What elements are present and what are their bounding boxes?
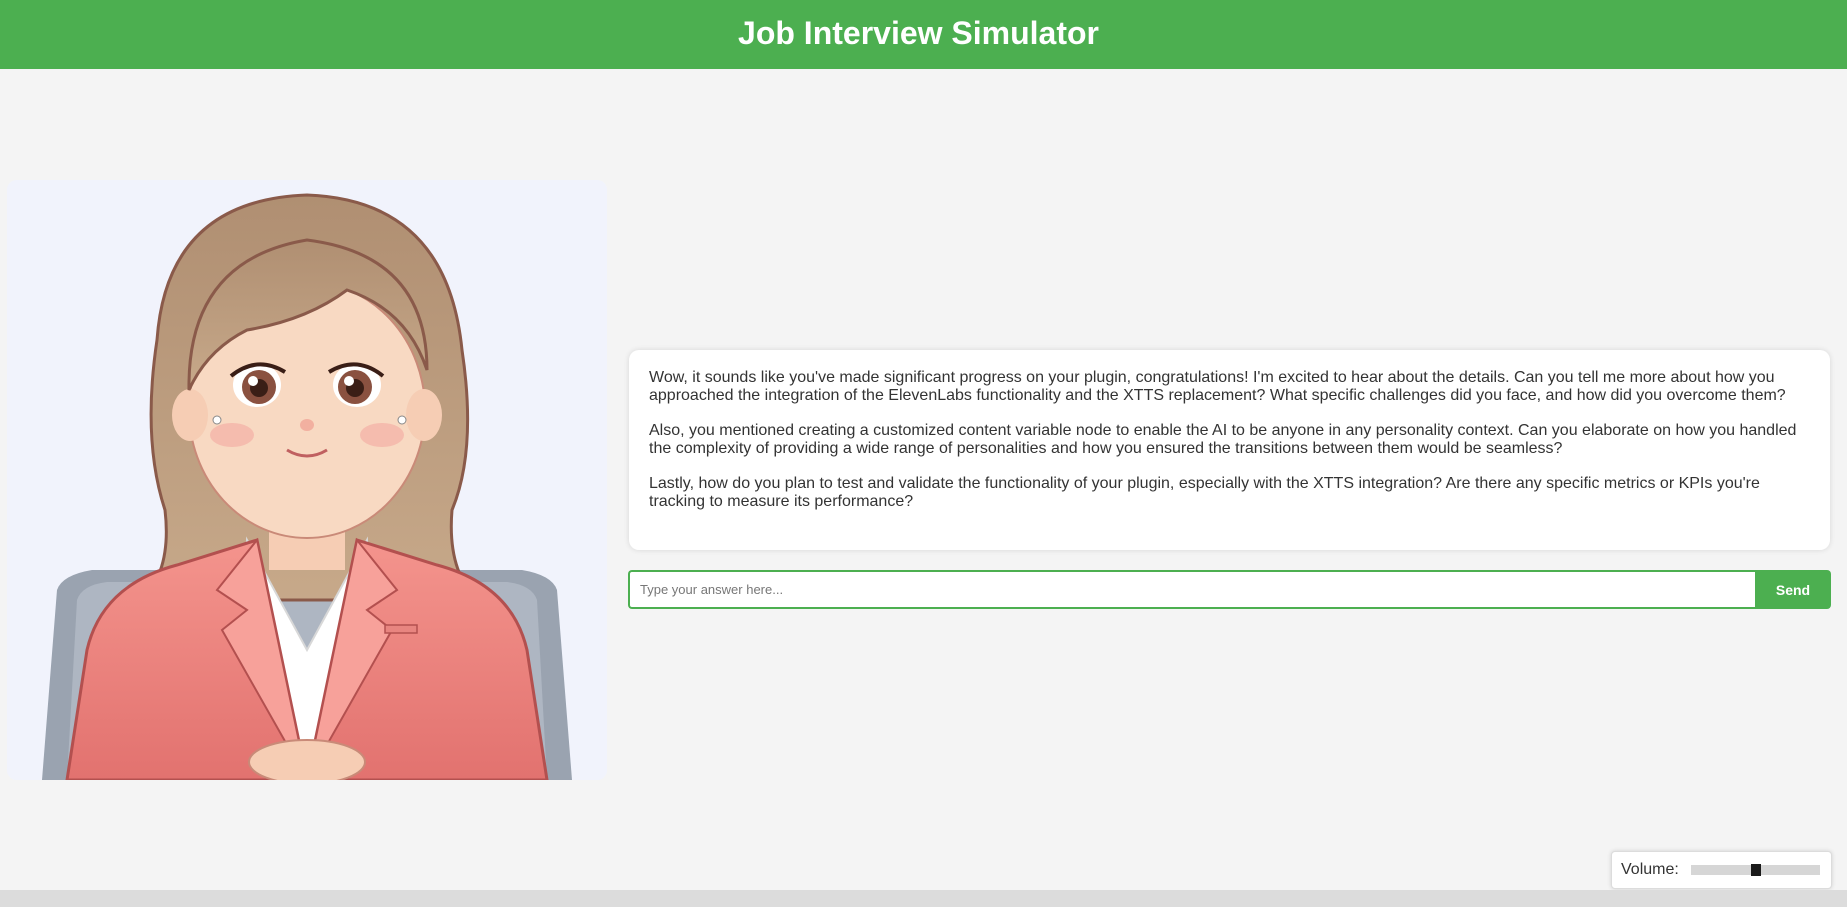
horizontal-scrollbar[interactable]	[0, 890, 1847, 907]
answer-input[interactable]	[628, 570, 1755, 609]
volume-slider-thumb[interactable]	[1751, 864, 1761, 876]
message-paragraph: Also, you mentioned creating a customize…	[649, 422, 1797, 457]
page-title: Job Interview Simulator	[738, 15, 1099, 51]
interviewer-message-card: Wow, it sounds like you've made signific…	[629, 350, 1830, 550]
answer-form: Send	[628, 570, 1831, 609]
interviewer-avatar-image	[7, 180, 607, 780]
app-header: Job Interview Simulator	[0, 0, 1847, 69]
interviewer-avatar-icon	[7, 180, 607, 780]
volume-control: Volume:	[1611, 851, 1832, 889]
send-button[interactable]: Send	[1755, 570, 1831, 609]
volume-slider[interactable]	[1691, 864, 1820, 876]
message-paragraph: Lastly, how do you plan to test and vali…	[649, 475, 1760, 510]
message-paragraph: Wow, it sounds like you've made signific…	[649, 369, 1786, 404]
volume-label: Volume:	[1621, 861, 1679, 878]
